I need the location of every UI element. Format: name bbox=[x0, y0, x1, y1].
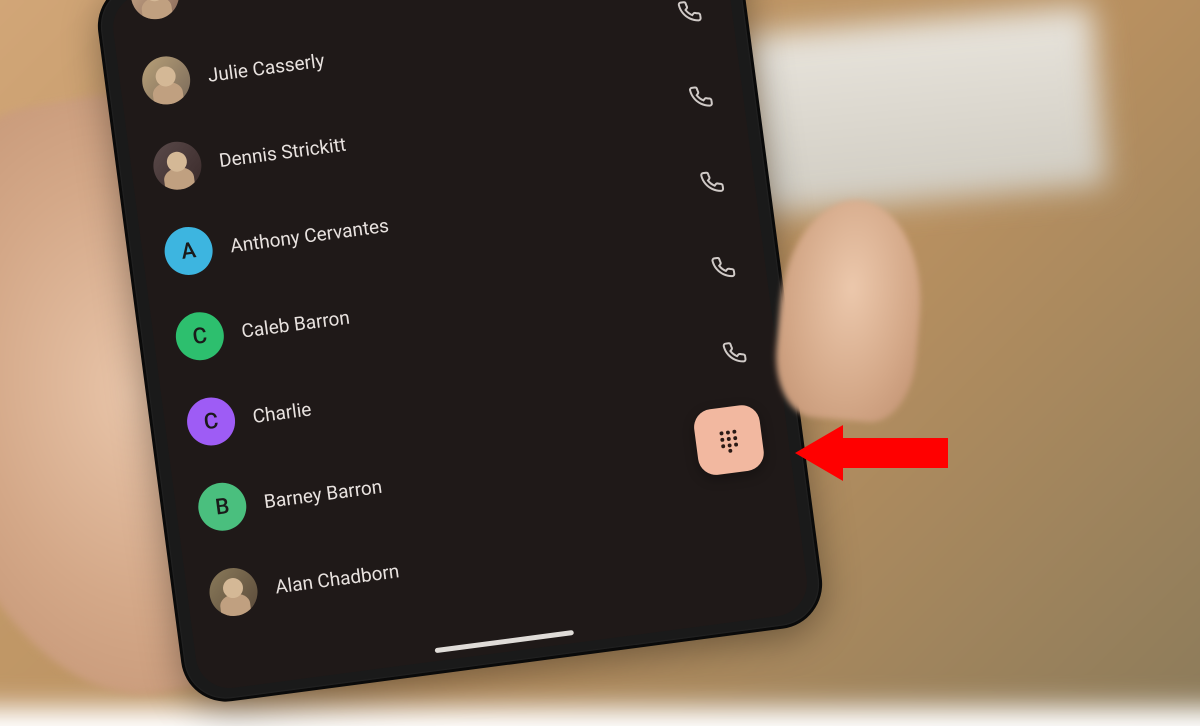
call-icon[interactable] bbox=[721, 339, 748, 366]
dialpad-icon bbox=[714, 425, 743, 454]
arrow-annotation bbox=[795, 425, 948, 481]
dialpad-fab[interactable] bbox=[692, 403, 766, 477]
contact-avatar[interactable]: B bbox=[195, 480, 249, 534]
contact-avatar[interactable]: C bbox=[173, 309, 227, 363]
arrow-body bbox=[843, 438, 948, 468]
call-icon[interactable] bbox=[699, 169, 726, 196]
call-icon[interactable] bbox=[676, 0, 703, 25]
contact-avatar[interactable] bbox=[150, 139, 204, 193]
contact-avatar[interactable]: C bbox=[184, 395, 238, 449]
phone-device: Aisa Julie Casserly Dennis Strickitt bbox=[96, 0, 825, 704]
contact-avatar[interactable]: A bbox=[162, 224, 216, 278]
background-book bbox=[743, 5, 1107, 215]
call-icon[interactable] bbox=[687, 83, 714, 110]
arrow-head-icon bbox=[795, 425, 843, 481]
contacts-list[interactable]: Aisa Julie Casserly Dennis Strickitt bbox=[109, 0, 804, 641]
contact-avatar[interactable] bbox=[139, 54, 193, 108]
contact-avatar[interactable] bbox=[128, 0, 182, 22]
call-icon[interactable] bbox=[710, 254, 737, 281]
phone-screen: Aisa Julie Casserly Dennis Strickitt bbox=[109, 0, 811, 692]
contact-avatar[interactable] bbox=[207, 565, 261, 619]
